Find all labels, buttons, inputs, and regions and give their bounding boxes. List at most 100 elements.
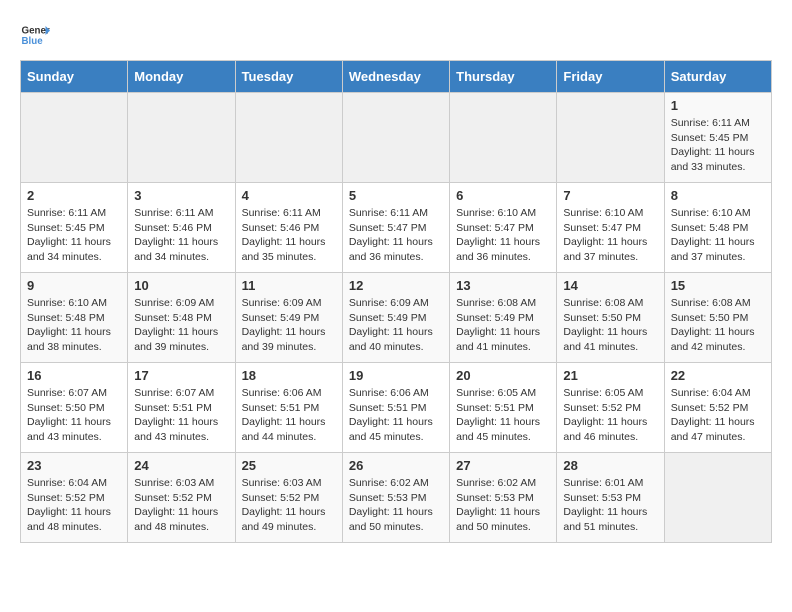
calendar-cell: 23 Sunrise: 6:04 AM Sunset: 5:52 PM Dayli…: [21, 453, 128, 543]
calendar-header-row: SundayMondayTuesdayWednesdayThursdayFrid…: [21, 61, 772, 93]
day-number: 18: [242, 368, 336, 383]
day-number: 8: [671, 188, 765, 203]
day-number: 16: [27, 368, 121, 383]
calendar-cell: [450, 93, 557, 183]
day-number: 11: [242, 278, 336, 293]
calendar-cell: [557, 93, 664, 183]
calendar-cell: 24 Sunrise: 6:03 AM Sunset: 5:52 PM Dayli…: [128, 453, 235, 543]
day-info: Sunrise: 6:10 AM Sunset: 5:48 PM Dayligh…: [671, 206, 765, 265]
day-number: 27: [456, 458, 550, 473]
day-number: 19: [349, 368, 443, 383]
calendar-cell: 6Sunrise: 6:10 AM Sunset: 5:47 PM Daylig…: [450, 183, 557, 273]
day-number: 4: [242, 188, 336, 203]
calendar-table: SundayMondayTuesdayWednesdayThursdayFrid…: [20, 60, 772, 543]
day-number: 28: [563, 458, 657, 473]
day-info: Sunrise: 6:11 AM Sunset: 5:45 PM Dayligh…: [27, 206, 121, 265]
calendar-cell: 18 Sunrise: 6:06 AM Sunset: 5:51 PM Dayli…: [235, 363, 342, 453]
day-info: Sunrise: 6:06 AM Sunset: 5:51 PM Dayligh…: [349, 386, 443, 445]
calendar-week-1: 1Sunrise: 6:11 AM Sunset: 5:45 PM Daylig…: [21, 93, 772, 183]
day-info: Sunrise: 6:02 AM Sunset: 5:53 PM Dayligh…: [349, 476, 443, 535]
calendar-cell: 19 Sunrise: 6:06 AM Sunset: 5:51 PM Dayli…: [342, 363, 449, 453]
day-number: 14: [563, 278, 657, 293]
calendar-cell: [235, 93, 342, 183]
calendar-cell: 7 Sunrise: 6:10 AM Sunset: 5:47 PM Daylig…: [557, 183, 664, 273]
day-number: 3: [134, 188, 228, 203]
calendar-cell: 4 Sunrise: 6:11 AM Sunset: 5:46 PM Daylig…: [235, 183, 342, 273]
calendar-cell: [21, 93, 128, 183]
day-info: Sunrise: 6:01 AM Sunset: 5:53 PM Dayligh…: [563, 476, 657, 535]
calendar-cell: 8 Sunrise: 6:10 AM Sunset: 5:48 PM Daylig…: [664, 183, 771, 273]
calendar-cell: 10 Sunrise: 6:09 AM Sunset: 5:48 PM Dayli…: [128, 273, 235, 363]
calendar-cell: 9 Sunrise: 6:10 AM Sunset: 5:48 PM Daylig…: [21, 273, 128, 363]
calendar-cell: 13 Sunrise: 6:08 AM Sunset: 5:49 PM Dayli…: [450, 273, 557, 363]
day-number: 17: [134, 368, 228, 383]
day-number: 23: [27, 458, 121, 473]
calendar-cell: 20 Sunrise: 6:05 AM Sunset: 5:51 PM Dayli…: [450, 363, 557, 453]
calendar-cell: 16 Sunrise: 6:07 AM Sunset: 5:50 PM Dayli…: [21, 363, 128, 453]
day-number: 7: [563, 188, 657, 203]
day-number: 15: [671, 278, 765, 293]
col-header-saturday: Saturday: [664, 61, 771, 93]
calendar-week-5: 23 Sunrise: 6:04 AM Sunset: 5:52 PM Dayli…: [21, 453, 772, 543]
col-header-tuesday: Tuesday: [235, 61, 342, 93]
calendar-cell: 12 Sunrise: 6:09 AM Sunset: 5:49 PM Dayli…: [342, 273, 449, 363]
day-info: Sunrise: 6:02 AM Sunset: 5:53 PM Dayligh…: [456, 476, 550, 535]
logo: General Blue: [20, 20, 50, 50]
day-info: Sunrise: 6:11 AM Sunset: 5:45 PM Dayligh…: [671, 116, 765, 175]
day-number: 6: [456, 188, 550, 203]
col-header-wednesday: Wednesday: [342, 61, 449, 93]
day-info: Sunrise: 6:05 AM Sunset: 5:51 PM Dayligh…: [456, 386, 550, 445]
calendar-cell: 25Sunrise: 6:03 AM Sunset: 5:52 PM Dayli…: [235, 453, 342, 543]
calendar-cell: [664, 453, 771, 543]
calendar-cell: [342, 93, 449, 183]
calendar-cell: 27 Sunrise: 6:02 AM Sunset: 5:53 PM Dayli…: [450, 453, 557, 543]
day-info: Sunrise: 6:08 AM Sunset: 5:50 PM Dayligh…: [563, 296, 657, 355]
day-number: 24: [134, 458, 228, 473]
day-info: Sunrise: 6:11 AM Sunset: 5:46 PM Dayligh…: [134, 206, 228, 265]
calendar-week-3: 9 Sunrise: 6:10 AM Sunset: 5:48 PM Daylig…: [21, 273, 772, 363]
day-info: Sunrise: 6:07 AM Sunset: 5:51 PM Dayligh…: [134, 386, 228, 445]
day-info: Sunrise: 6:08 AM Sunset: 5:50 PM Dayligh…: [671, 296, 765, 355]
logo-icon: General Blue: [20, 20, 50, 50]
calendar-cell: 17 Sunrise: 6:07 AM Sunset: 5:51 PM Dayli…: [128, 363, 235, 453]
day-info: Sunrise: 6:03 AM Sunset: 5:52 PM Dayligh…: [242, 476, 336, 535]
col-header-thursday: Thursday: [450, 61, 557, 93]
day-info: Sunrise: 6:04 AM Sunset: 5:52 PM Dayligh…: [27, 476, 121, 535]
day-info: Sunrise: 6:10 AM Sunset: 5:48 PM Dayligh…: [27, 296, 121, 355]
calendar-cell: 3 Sunrise: 6:11 AM Sunset: 5:46 PM Daylig…: [128, 183, 235, 273]
calendar-cell: 11 Sunrise: 6:09 AM Sunset: 5:49 PM Dayli…: [235, 273, 342, 363]
day-info: Sunrise: 6:10 AM Sunset: 5:47 PM Dayligh…: [563, 206, 657, 265]
day-info: Sunrise: 6:04 AM Sunset: 5:52 PM Dayligh…: [671, 386, 765, 445]
day-info: Sunrise: 6:07 AM Sunset: 5:50 PM Dayligh…: [27, 386, 121, 445]
day-number: 2: [27, 188, 121, 203]
calendar-week-2: 2 Sunrise: 6:11 AM Sunset: 5:45 PM Daylig…: [21, 183, 772, 273]
calendar-cell: 21Sunrise: 6:05 AM Sunset: 5:52 PM Dayli…: [557, 363, 664, 453]
day-info: Sunrise: 6:09 AM Sunset: 5:48 PM Dayligh…: [134, 296, 228, 355]
calendar-cell: 2 Sunrise: 6:11 AM Sunset: 5:45 PM Daylig…: [21, 183, 128, 273]
day-info: Sunrise: 6:05 AM Sunset: 5:52 PM Dayligh…: [563, 386, 657, 445]
day-number: 13: [456, 278, 550, 293]
day-info: Sunrise: 6:11 AM Sunset: 5:46 PM Dayligh…: [242, 206, 336, 265]
day-info: Sunrise: 6:09 AM Sunset: 5:49 PM Dayligh…: [242, 296, 336, 355]
page-header: General Blue: [20, 20, 772, 50]
day-info: Sunrise: 6:08 AM Sunset: 5:49 PM Dayligh…: [456, 296, 550, 355]
day-number: 22: [671, 368, 765, 383]
calendar-cell: [128, 93, 235, 183]
calendar-cell: 26 Sunrise: 6:02 AM Sunset: 5:53 PM Dayli…: [342, 453, 449, 543]
day-number: 26: [349, 458, 443, 473]
calendar-cell: 22 Sunrise: 6:04 AM Sunset: 5:52 PM Dayli…: [664, 363, 771, 453]
calendar-cell: 15 Sunrise: 6:08 AM Sunset: 5:50 PM Dayli…: [664, 273, 771, 363]
day-number: 10: [134, 278, 228, 293]
day-info: Sunrise: 6:03 AM Sunset: 5:52 PM Dayligh…: [134, 476, 228, 535]
day-number: 12: [349, 278, 443, 293]
col-header-friday: Friday: [557, 61, 664, 93]
day-info: Sunrise: 6:09 AM Sunset: 5:49 PM Dayligh…: [349, 296, 443, 355]
day-info: Sunrise: 6:06 AM Sunset: 5:51 PM Dayligh…: [242, 386, 336, 445]
day-number: 20: [456, 368, 550, 383]
calendar-week-4: 16 Sunrise: 6:07 AM Sunset: 5:50 PM Dayli…: [21, 363, 772, 453]
calendar-cell: 1Sunrise: 6:11 AM Sunset: 5:45 PM Daylig…: [664, 93, 771, 183]
col-header-sunday: Sunday: [21, 61, 128, 93]
calendar-cell: 14 Sunrise: 6:08 AM Sunset: 5:50 PM Dayli…: [557, 273, 664, 363]
day-number: 9: [27, 278, 121, 293]
day-number: 5: [349, 188, 443, 203]
